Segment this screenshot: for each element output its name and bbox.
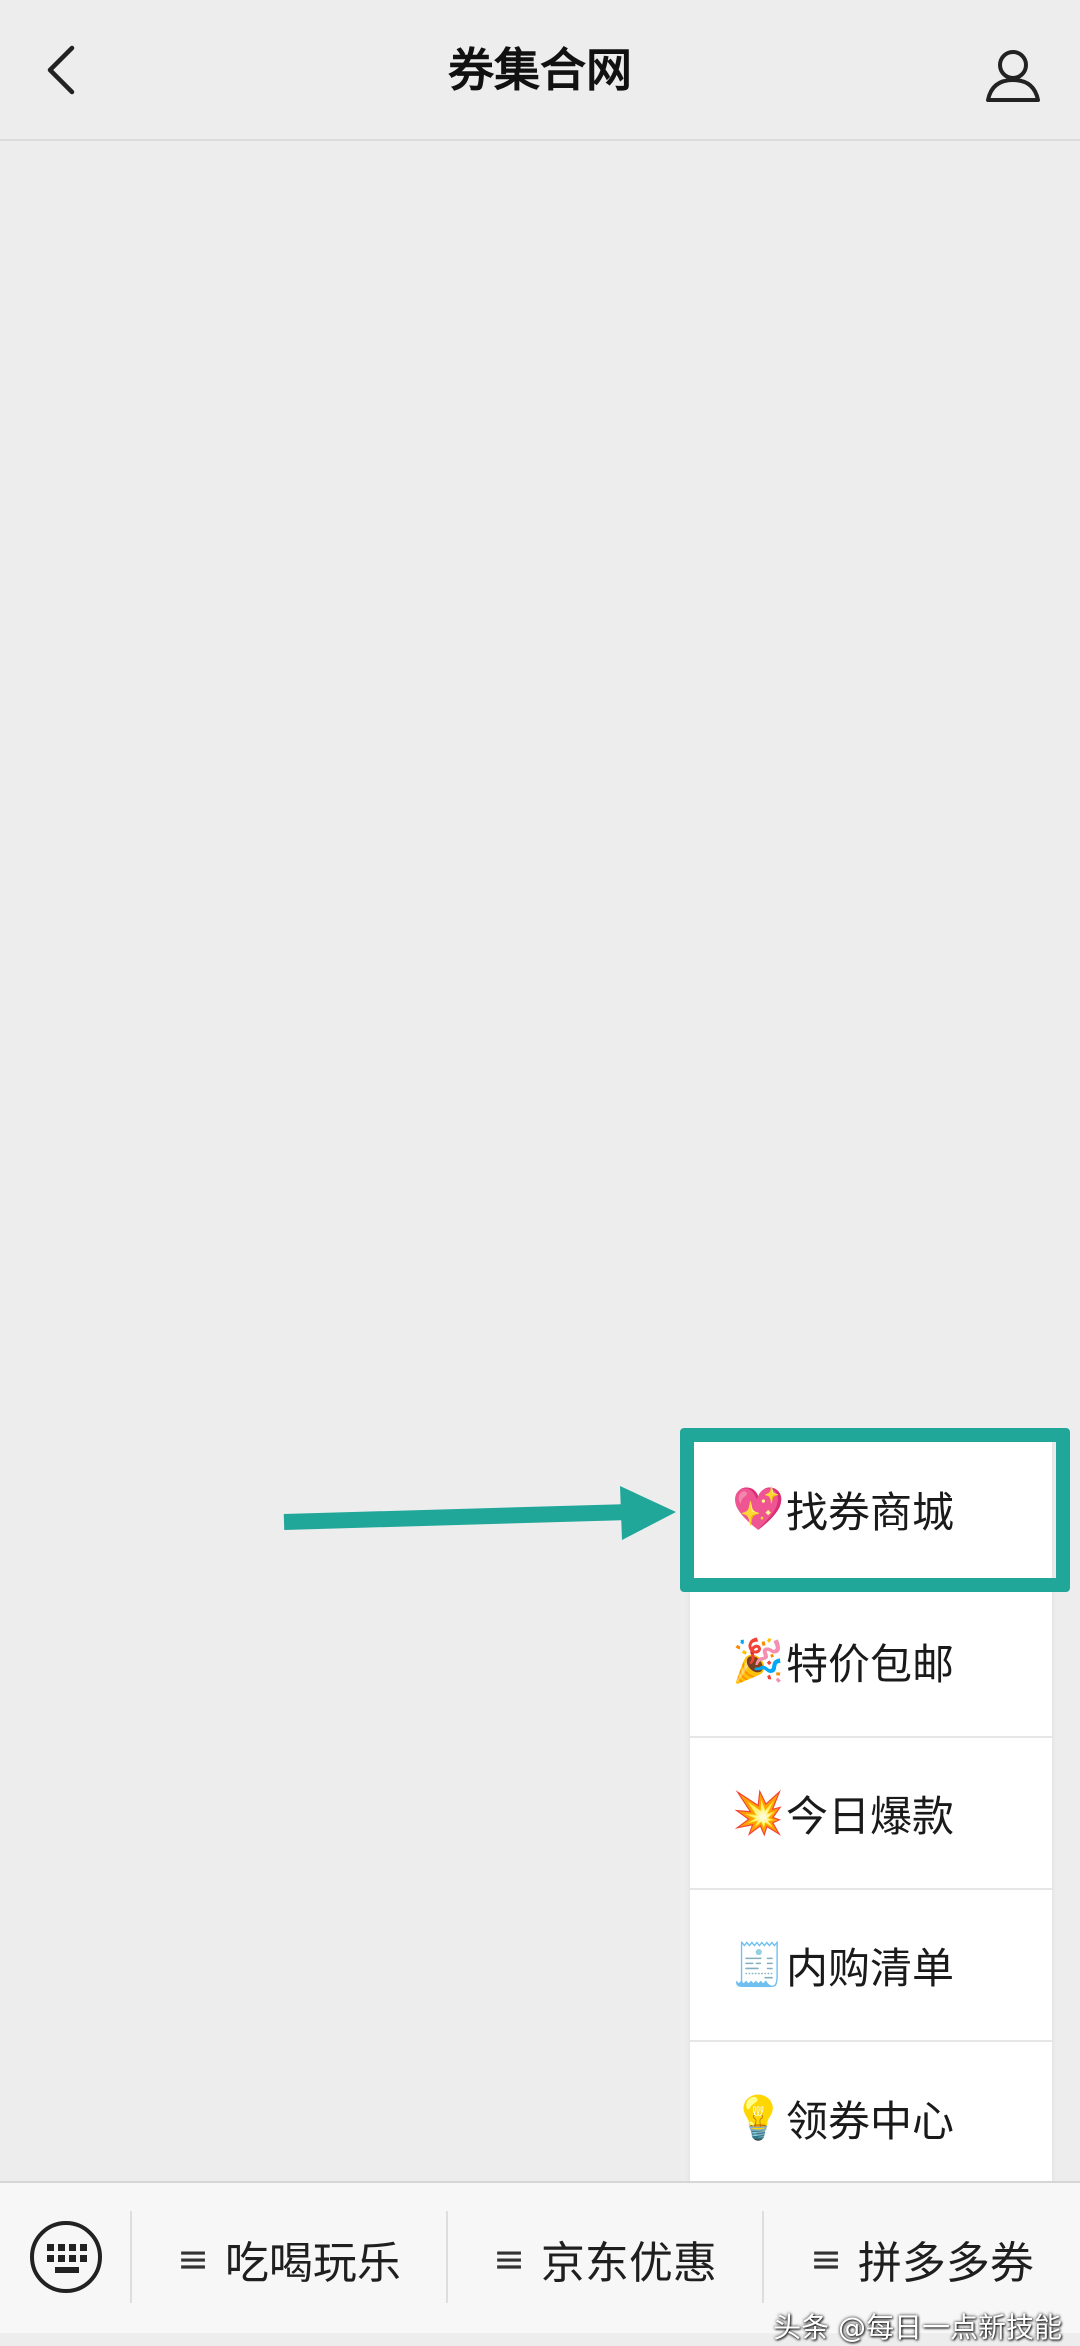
- menu-item-internal-purchase-list[interactable]: 🧾 内购清单: [690, 1890, 1052, 2042]
- back-button[interactable]: [22, 30, 102, 110]
- menu-item-label: 领券中心: [786, 2096, 955, 2146]
- watermark: 头条 @每日一点新技能: [773, 2311, 1062, 2344]
- menu-item-find-coupon-mall[interactable]: 💖 找券商城: [690, 1434, 1052, 1586]
- keyboard-toggle-button[interactable]: [28, 2219, 104, 2295]
- receipt-icon: 🧾: [732, 1940, 785, 1989]
- menu-item-special-free-shipping[interactable]: 🎉 特价包邮: [690, 1586, 1052, 1738]
- menu-item-label: 内购清单: [786, 1943, 955, 1993]
- tab-label: 拼多多券: [857, 2238, 1034, 2289]
- tab-jd-deals[interactable]: ≡ 京东优惠: [448, 2183, 762, 2335]
- light-bulb-icon: 💡: [732, 2093, 785, 2142]
- nav-bar: 券集合网: [0, 0, 1080, 141]
- menu-lines-icon: ≡: [810, 2237, 842, 2281]
- menu-item-todays-hot[interactable]: 💥 今日爆款: [690, 1738, 1052, 1890]
- tab-label: 吃喝玩乐: [224, 2238, 401, 2289]
- menu-item-label: 今日爆款: [786, 1791, 955, 1841]
- tab-label: 京东优惠: [540, 2238, 717, 2289]
- menu-item-coupon-center[interactable]: 💡 领券中心: [690, 2042, 1052, 2194]
- arrow-annotation-icon: [283, 1486, 676, 1540]
- menu-lines-icon: ≡: [177, 2237, 209, 2281]
- profile-button[interactable]: [968, 30, 1058, 120]
- submenu-popup: 💖 找券商城 🎉 特价包邮 💥 今日爆款 🧾 内购清单 💡 领券中心: [690, 1434, 1052, 2194]
- chevron-left-icon: [47, 45, 75, 95]
- page-title: 券集合网: [448, 43, 632, 97]
- tab-eat-drink-play[interactable]: ≡ 吃喝玩乐: [132, 2183, 446, 2335]
- menu-item-label: 特价包邮: [786, 1639, 955, 1689]
- party-popper-icon: 🎉: [732, 1636, 785, 1685]
- sparkling-heart-icon: 💖: [732, 1484, 785, 1533]
- menu-lines-icon: ≡: [493, 2237, 525, 2281]
- keyboard-icon: [30, 2221, 102, 2293]
- user-icon: [986, 50, 1040, 102]
- collision-icon: 💥: [732, 1788, 785, 1837]
- menu-item-label: 找券商城: [786, 1487, 955, 1537]
